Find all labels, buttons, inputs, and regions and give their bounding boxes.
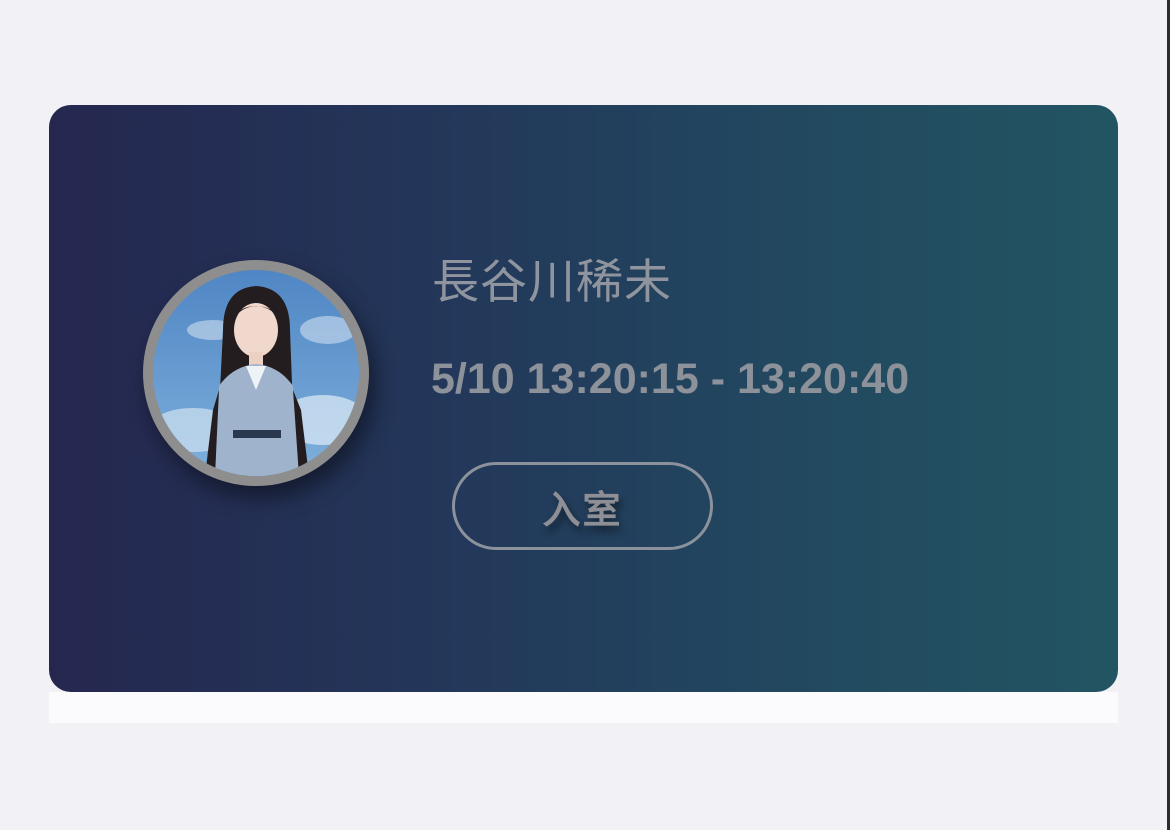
enter-room-button[interactable]: 入室: [452, 462, 713, 550]
member-name: 長谷川稀未: [432, 255, 672, 308]
card-footer-strip: [49, 692, 1118, 723]
avatar-photo: [153, 270, 359, 476]
member-photo-icon: [153, 270, 359, 476]
member-avatar: [143, 260, 369, 486]
enter-room-label: 入室: [542, 489, 623, 532]
session-time: 5/10 13:20:15 - 13:20:40: [431, 355, 910, 403]
talk-session-card: 長谷川稀未 5/10 13:20:15 - 13:20:40 入室: [49, 105, 1118, 692]
